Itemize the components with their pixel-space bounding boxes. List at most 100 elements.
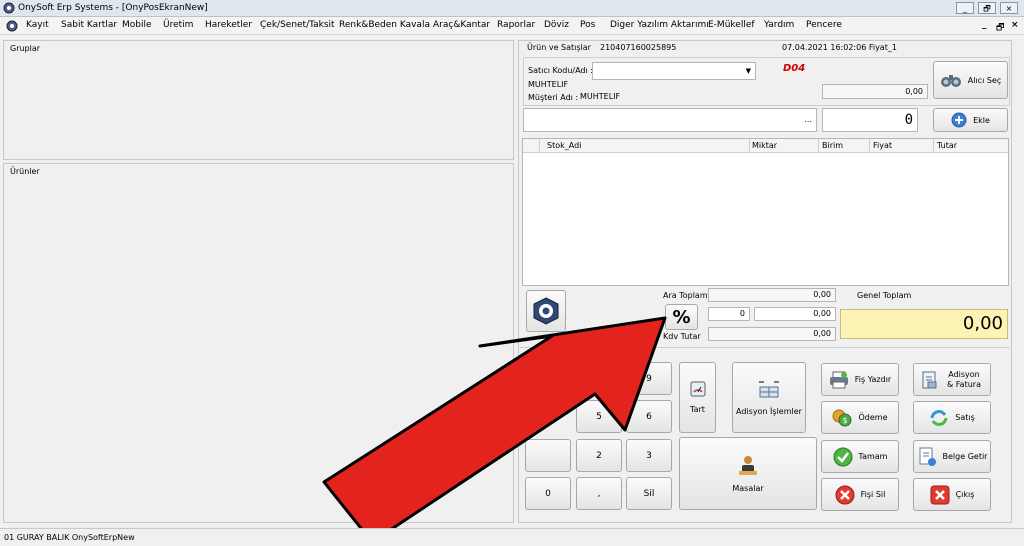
- col-birim[interactable]: Birim: [822, 141, 843, 150]
- chevron-down-icon: ▼: [745, 67, 751, 75]
- menu-yazilim-aktarimi[interactable]: Diger Yazılım Aktarımı: [610, 20, 709, 30]
- sales-header-label: Ürün ve Satışlar: [527, 43, 591, 52]
- delete-circle-icon: [835, 485, 855, 504]
- restore-button[interactable]: 🗗: [978, 2, 996, 14]
- menu-hareketler[interactable]: Hareketler: [205, 20, 252, 30]
- tables-button[interactable]: Masalar: [679, 437, 817, 510]
- groups-panel: Gruplar: [3, 40, 514, 160]
- mdi-close-button[interactable]: ×: [1011, 20, 1019, 30]
- menu-e-mukellef[interactable]: E-Mükellef: [708, 20, 755, 30]
- subtotal-field: 0,00: [708, 288, 836, 302]
- waiter-icon: [739, 456, 757, 475]
- menu-cek-senet[interactable]: Çek/Senet/Taksit: [260, 20, 335, 30]
- col-divider: [539, 139, 540, 153]
- discount-rate-field[interactable]: 0: [708, 307, 750, 321]
- col-stok-adi[interactable]: Stok_Adi: [547, 141, 581, 150]
- select-customer-label: Alıcı Seç: [967, 75, 1002, 85]
- onysoft-logo-icon: [533, 297, 559, 325]
- bill-invoice-button[interactable]: Adisyon & Fatura: [913, 363, 991, 396]
- tables-label: Masalar: [732, 484, 764, 493]
- col-tutar[interactable]: Tutar: [937, 141, 957, 150]
- add-button[interactable]: Ekle: [933, 108, 1008, 132]
- table-operations-button[interactable]: Adisyon İşlemler: [732, 362, 806, 433]
- ok-button[interactable]: Tamam: [821, 440, 899, 473]
- menu-kayit[interactable]: Kayıt: [26, 20, 49, 30]
- key-1[interactable]: [525, 439, 571, 472]
- key-3[interactable]: 3: [626, 439, 672, 472]
- menu-pencere[interactable]: Pencere: [806, 20, 842, 30]
- print-receipt-button[interactable]: Fiş Yazdır: [821, 363, 899, 396]
- products-panel: Ürünler: [3, 163, 514, 523]
- payment-button[interactable]: $ Ödeme: [821, 401, 899, 434]
- title-bar: OnySoft Erp Systems - [OnyPosEkranNew] _…: [0, 0, 1024, 17]
- mdi-restore-button[interactable]: 🗗: [996, 20, 1004, 36]
- scale-gauge-icon: [690, 381, 705, 397]
- menu-yardim[interactable]: Yardım: [764, 20, 794, 30]
- get-document-button[interactable]: Belge Getir: [913, 440, 991, 473]
- bill-invoice-label: Adisyon & Fatura: [947, 369, 981, 389]
- menu-bar: Kayıt Sabit Kartlar Mobile Üretim Hareke…: [0, 17, 1024, 35]
- delete-receipt-button[interactable]: Fişi Sil: [821, 478, 899, 511]
- sale-button[interactable]: Satış: [913, 401, 991, 434]
- select-customer-button[interactable]: Alıcı Seç: [933, 61, 1008, 99]
- groups-label: Gruplar: [10, 44, 41, 53]
- refresh-arrows-icon: [930, 409, 948, 426]
- col-divider: [818, 139, 819, 153]
- payment-label: Ödeme: [858, 413, 888, 422]
- table-header: Stok_Adi Miktar Birim Fiyat Tutar: [523, 139, 1008, 153]
- col-miktar[interactable]: Miktar: [752, 141, 777, 150]
- tare-label: Tart: [690, 405, 705, 414]
- discount-percent-button[interactable]: %: [665, 304, 698, 330]
- key-0[interactable]: 0: [525, 477, 571, 510]
- exit-button[interactable]: Çıkış: [913, 478, 991, 511]
- col-divider: [749, 139, 750, 153]
- key-5[interactable]: 5: [576, 400, 622, 433]
- close-button[interactable]: ×: [1000, 2, 1018, 14]
- check-circle-icon: [833, 447, 853, 466]
- close-square-icon: [930, 485, 950, 504]
- key-2[interactable]: 2: [576, 439, 622, 472]
- document-number: 210407160025895: [600, 43, 677, 52]
- key-comma[interactable]: ,: [576, 477, 622, 510]
- table-operations-label: Adisyon İşlemler: [736, 407, 802, 416]
- col-divider: [933, 139, 934, 153]
- col-divider: [869, 139, 870, 153]
- product-browse-button[interactable]: ...: [804, 115, 812, 124]
- menu-doviz[interactable]: Döviz: [544, 20, 569, 30]
- key-delete[interactable]: Sil: [626, 477, 672, 510]
- delete-receipt-label: Fişi Sil: [860, 490, 886, 499]
- get-document-label: Belge Getir: [942, 452, 988, 461]
- menu-pos[interactable]: Pos: [580, 20, 595, 30]
- binoculars-icon: [940, 75, 961, 87]
- key-9[interactable]: 9: [626, 362, 672, 395]
- printer-icon: [829, 371, 848, 388]
- items-table[interactable]: Stok_Adi Miktar Birim Fiyat Tutar: [522, 138, 1009, 286]
- grand-total-label: Genel Toplam: [857, 291, 912, 300]
- mdi-minimize-button[interactable]: _: [982, 20, 987, 30]
- minimize-button[interactable]: _: [956, 2, 974, 14]
- menu-sabit-kartlar[interactable]: Sabit Kartlar: [61, 20, 117, 30]
- seller-name: MUHTELIF: [528, 80, 569, 89]
- subtotal-label: Ara Toplam: [663, 291, 708, 300]
- seller-select[interactable]: ▼: [592, 62, 756, 80]
- quantity-field[interactable]: 0: [822, 108, 918, 132]
- app-menu-icon[interactable]: [6, 20, 18, 32]
- tare-button[interactable]: Tart: [679, 362, 716, 433]
- product-search-input[interactable]: ...: [523, 108, 817, 132]
- seller-label: Satıcı Kodu/Adı :: [528, 66, 593, 75]
- discount-amount-field[interactable]: 0,00: [754, 307, 836, 321]
- vat-label: Kdv Tutar: [663, 332, 701, 341]
- status-user: 01 GURAY BALIK OnySoftErpNew: [4, 533, 135, 542]
- menu-raporlar[interactable]: Raporlar: [497, 20, 535, 30]
- products-label: Ürünler: [10, 167, 40, 176]
- coins-icon: $: [832, 409, 852, 426]
- menu-arac-kantar[interactable]: Araç&Kantar: [433, 20, 490, 30]
- key-6[interactable]: 6: [626, 400, 672, 433]
- col-fiyat[interactable]: Fiyat: [873, 141, 892, 150]
- menu-renk-beden[interactable]: Renk&Beden Kavala: [339, 20, 430, 30]
- brand-logo-button[interactable]: [526, 290, 566, 332]
- menu-mobile[interactable]: Mobile: [122, 20, 152, 30]
- print-receipt-label: Fiş Yazdır: [854, 375, 892, 384]
- menu-uretim[interactable]: Üretim: [163, 20, 193, 30]
- terminal-badge: D04: [783, 63, 806, 74]
